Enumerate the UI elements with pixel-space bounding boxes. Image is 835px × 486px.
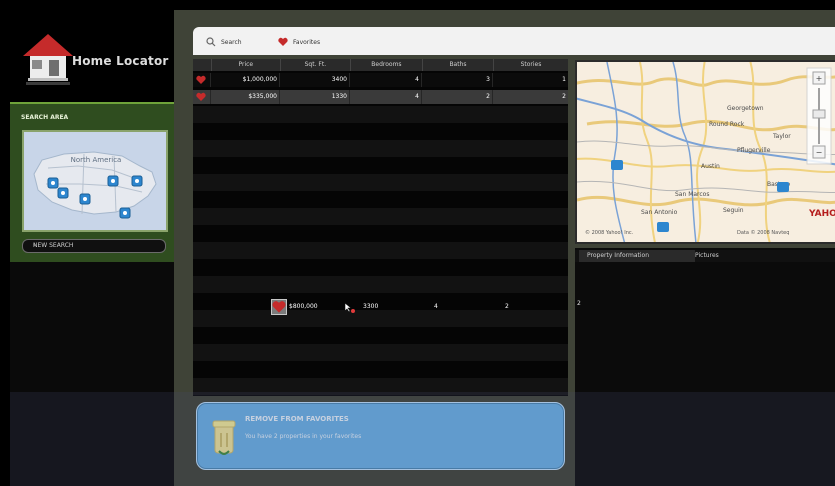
bedrooms-cell: 4: [350, 90, 422, 104]
new-search-dropdown[interactable]: NEW SEARCH ›: [22, 239, 166, 253]
app-title: Home Locator: [72, 54, 169, 68]
tab-pictures[interactable]: Pictures: [687, 250, 753, 262]
table-row[interactable]: $335,000 1330 4 2 2: [193, 90, 568, 104]
favorite-heart-icon[interactable]: [193, 90, 211, 104]
table-row[interactable]: $1,000,000 3400 4 3 1: [193, 73, 568, 87]
favorites-button[interactable]: Favorites: [277, 36, 320, 48]
drag-baths: 2: [505, 303, 509, 310]
header-sqft[interactable]: Sqt. Ft.: [281, 59, 351, 71]
price-cell: $335,000: [211, 90, 280, 104]
property-map[interactable]: + − Round Rock Georgetown Taylor Pfluger…: [575, 60, 835, 244]
property-details-panel: Property Information Pictures 2: [575, 248, 835, 486]
map-label: North America: [71, 156, 122, 164]
drag-price: $800,000: [289, 303, 318, 310]
search-area-map[interactable]: North America: [22, 130, 168, 232]
home-logo-icon: [18, 24, 78, 92]
remove-title: REMOVE FROM FAVORITES: [245, 415, 349, 423]
header-price[interactable]: Price: [212, 59, 281, 71]
search-button[interactable]: Search: [205, 36, 242, 48]
header-spacer: [193, 59, 212, 71]
map-place-label: Seguin: [723, 207, 744, 214]
map-place-label: Pflugerville: [737, 147, 771, 154]
drag-heart-icon: [271, 299, 287, 315]
svg-text:+: +: [816, 74, 823, 83]
map-place-label: San Antonio: [641, 209, 678, 216]
chevron-down-icon: ›: [33, 242, 36, 249]
map-attribution-left: © 2008 Yahoo! Inc.: [585, 229, 634, 236]
top-toolbar: Search Favorites: [193, 27, 835, 55]
sqft-cell: 3400: [280, 73, 350, 87]
map-place-label: San Marcos: [675, 191, 709, 198]
search-area-panel: SEARCH AREA North America NEW SEARCH ›: [10, 102, 174, 262]
search-label: Search: [221, 38, 242, 46]
map-place-label: Round Rock: [709, 121, 745, 128]
map-place-label: Georgetown: [727, 105, 764, 112]
grid-header: Price Sqt. Ft. Bedrooms Baths Stories: [193, 59, 568, 71]
baths-cell: 2: [422, 90, 493, 104]
results-grid: Price Sqt. Ft. Bedrooms Baths Stories $1…: [193, 59, 568, 396]
map-place-label: Austin: [701, 163, 720, 170]
heart-icon: [277, 36, 289, 48]
favorite-heart-icon[interactable]: [193, 73, 211, 87]
drag-sqft: 3300: [363, 303, 379, 310]
favorites-label: Favorites: [293, 38, 321, 46]
price-cell: $1,000,000: [211, 73, 280, 87]
sqft-cell: 1330: [280, 90, 350, 104]
grid-stripe: [193, 242, 568, 259]
tab-property-information[interactable]: Property Information: [579, 250, 695, 262]
bedrooms-cell: 4: [350, 73, 422, 87]
header-stories[interactable]: Stories: [494, 59, 568, 71]
logo-area: Home Locator: [10, 10, 174, 102]
baths-cell: 3: [422, 73, 493, 87]
grid-stripe: [193, 106, 568, 123]
grid-stripe: [193, 276, 568, 293]
drag-bedrooms: 4: [434, 303, 438, 310]
trash-can-icon: [209, 413, 239, 457]
header-baths[interactable]: Baths: [423, 59, 494, 71]
remove-from-favorites-dropzone[interactable]: REMOVE FROM FAVORITES You have 2 propert…: [196, 402, 565, 470]
map-place-label: Taylor: [772, 133, 791, 140]
grid-stripe: [193, 208, 568, 225]
grid-stripe: [193, 140, 568, 157]
grid-stripe: [193, 174, 568, 191]
grid-stripe: [193, 344, 568, 361]
svg-text:−: −: [816, 148, 823, 157]
yahoo-logo: YAHOO!: [808, 209, 835, 219]
remove-subtitle: You have 2 properties in your favorites: [245, 433, 362, 440]
details-tabs: Property Information Pictures: [575, 250, 835, 262]
stories-cell: 1: [562, 76, 566, 83]
search-icon: [205, 36, 217, 48]
header-bedrooms[interactable]: Bedrooms: [351, 59, 423, 71]
map-attribution-right: Data © 2008 Navteq: [737, 229, 789, 236]
grid-stripe: [193, 378, 568, 395]
search-area-title: SEARCH AREA: [21, 114, 69, 121]
dragged-listing[interactable]: $800,000 3300 4 2 2: [271, 299, 580, 315]
cursor-drag-icon: [343, 301, 355, 313]
details-value: 2: [577, 300, 581, 307]
stories-cell: 2: [562, 93, 566, 100]
